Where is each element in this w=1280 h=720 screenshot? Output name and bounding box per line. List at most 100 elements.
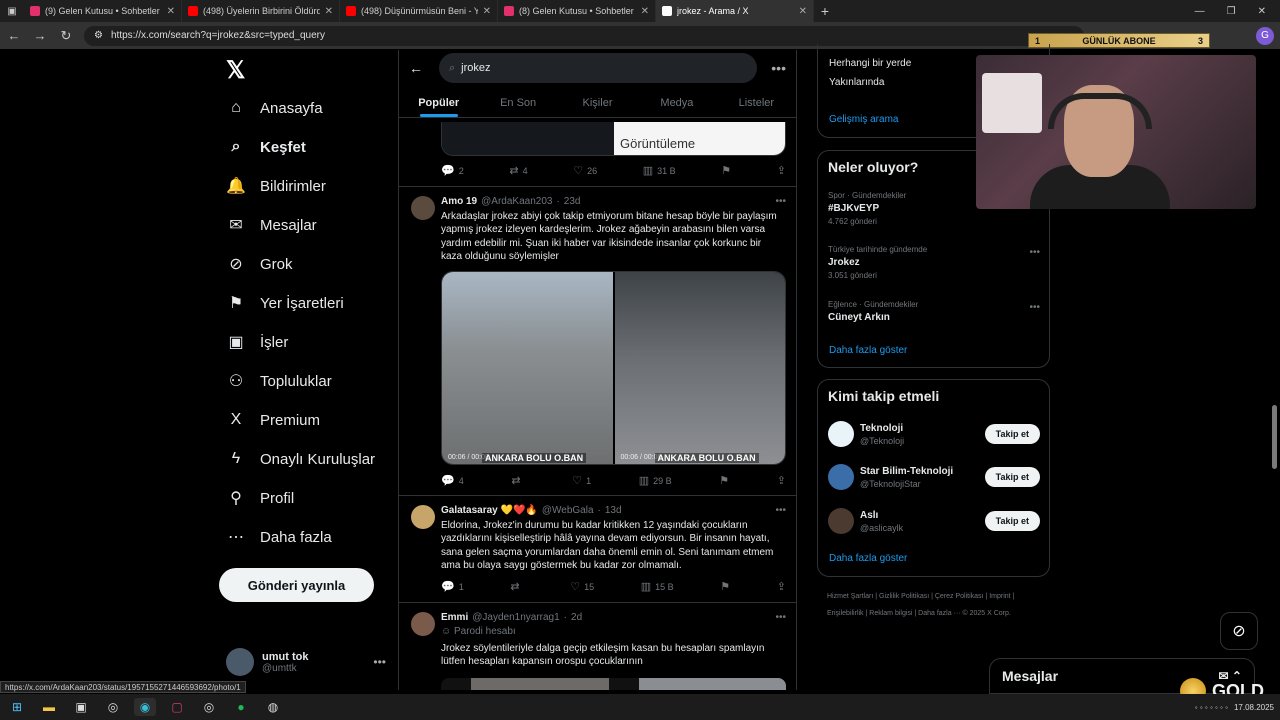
browser-tab[interactable]: (8) Gelen Kutusu • Sohbetler ✕ xyxy=(498,0,656,22)
nav-item-profile[interactable]: ⚲ Profil xyxy=(226,488,294,508)
browser-tab[interactable]: (498) Düşünürmüsün Beni - YouTu✕ xyxy=(340,0,498,22)
obs-icon[interactable]: ◍ xyxy=(262,698,284,716)
close-tab-icon[interactable]: ✕ xyxy=(167,6,175,17)
bookmark-button[interactable]: ⚑ xyxy=(719,474,729,487)
back-icon[interactable]: ← xyxy=(6,28,22,43)
grok-icon[interactable]: ⊘ xyxy=(1220,612,1258,650)
share-button[interactable]: ⇪ xyxy=(777,474,786,487)
more-dots-icon[interactable]: ••• xyxy=(373,655,386,669)
nav-item-explore[interactable]: ⌕ Keşfet xyxy=(226,137,306,157)
follow-suggestion[interactable]: Star Bilim-Teknoloji @TeknolojiStar Takip … xyxy=(828,462,1040,492)
more-dots-icon[interactable]: ••• xyxy=(775,505,786,516)
tab-latest[interactable]: En Son xyxy=(478,88,557,117)
avatar[interactable] xyxy=(411,196,435,220)
bookmark-button[interactable]: ⚑ xyxy=(721,164,731,177)
steam-icon[interactable]: ◎ xyxy=(102,698,124,716)
store-icon[interactable]: ▣ xyxy=(70,698,92,716)
x-logo-icon[interactable]: 𝕏 xyxy=(226,56,245,85)
account-switcher[interactable]: umut tok @umttk ••• xyxy=(226,648,386,676)
more-dots-icon[interactable]: ••• xyxy=(775,612,786,623)
close-tab-icon[interactable]: ✕ xyxy=(799,6,807,17)
tweet-media[interactable]: 00:06 / 00:08 ANKARA BOLU O.BAN 00:06 / 0… xyxy=(441,271,786,465)
edge-icon[interactable]: ◉ xyxy=(134,698,156,716)
views-button[interactable]: ▥ 29 B xyxy=(639,474,672,487)
close-tab-icon[interactable]: ✕ xyxy=(483,6,491,17)
repost-button[interactable]: ⇄ 4 xyxy=(509,164,527,177)
browser-tab[interactable]: (498) Üyelerin Birbirini Öldürdüğü✕ xyxy=(182,0,340,22)
close-tab-icon[interactable]: ✕ xyxy=(325,6,333,17)
post-button[interactable]: Gönderi yayınla xyxy=(219,568,374,602)
more-dots-icon[interactable]: ••• xyxy=(1029,247,1040,258)
show-more-link[interactable]: Daha fazla göster xyxy=(829,553,907,564)
repost-button[interactable]: ⇄ xyxy=(511,474,524,487)
nav-item-grok[interactable]: ⊘ Grok xyxy=(226,254,292,274)
video-thumbnail[interactable]: 00:06 / 00:08 ANKARA BOLU O.BAN xyxy=(442,272,613,464)
nav-item-home[interactable]: ⌂ Anasayfa xyxy=(226,98,322,118)
browser-tab[interactable]: (9) Gelen Kutusu • Sohbetler ✕ xyxy=(24,0,182,22)
minimize-icon[interactable]: — xyxy=(1195,6,1205,17)
nav-item-notifications[interactable]: 🔔 Bildirimler xyxy=(226,176,326,196)
close-tab-icon[interactable]: ✕ xyxy=(641,6,649,17)
follow-button[interactable]: Takip et xyxy=(984,511,1040,531)
post-media[interactable]: Görüntüleme xyxy=(441,122,786,156)
tab-people[interactable]: Kişiler xyxy=(558,88,637,117)
spotify-icon[interactable]: ● xyxy=(230,698,252,716)
tweet-media[interactable] xyxy=(441,678,786,690)
views-button[interactable]: ▥ 31 B xyxy=(643,164,676,177)
location-option[interactable]: Yakınlarında xyxy=(829,77,884,88)
share-button[interactable]: ⇪ xyxy=(777,580,786,593)
back-arrow-icon[interactable]: ← xyxy=(409,60,425,76)
tray-icons[interactable]: ◦ ◦ ◦ ◦ ◦ ◦ ◦ xyxy=(1195,703,1228,712)
reload-icon[interactable]: ↻ xyxy=(58,28,74,44)
follow-suggestion[interactable]: Aslı @aslicaylk Takip et xyxy=(828,506,1040,536)
new-tab-button[interactable]: + xyxy=(814,3,836,19)
site-info-icon[interactable]: ⚙ xyxy=(94,30,103,41)
share-button[interactable]: ⇪ xyxy=(777,164,786,177)
windows-start-icon[interactable]: ⊞ xyxy=(6,698,28,716)
advanced-search-link[interactable]: Gelişmiş arama xyxy=(829,114,898,125)
search-input[interactable]: ⌕ jrokez xyxy=(439,53,758,83)
like-button[interactable]: ♡ 1 xyxy=(572,474,591,487)
nav-item-bookmarks[interactable]: ⚑ Yer İşaretleri xyxy=(226,293,344,313)
reply-button[interactable]: 💬 2 xyxy=(441,164,464,177)
browser-profile-avatar[interactable]: G xyxy=(1256,26,1274,45)
more-dots-icon[interactable]: ••• xyxy=(775,196,786,207)
tab-popular[interactable]: Popüler xyxy=(399,88,478,117)
nav-item-communities[interactable]: ⚇ Topluluklar xyxy=(226,371,332,391)
tab-media[interactable]: Medya xyxy=(637,88,716,117)
reply-button[interactable]: 💬 4 xyxy=(441,474,464,487)
avatar[interactable] xyxy=(411,505,435,529)
tab-lists[interactable]: Listeler xyxy=(717,88,796,117)
maximize-icon[interactable]: ❐ xyxy=(1227,6,1236,17)
follow-suggestion[interactable]: Teknoloji @Teknoloji Takip et xyxy=(828,419,1040,449)
avatar[interactable] xyxy=(411,612,435,636)
show-more-link[interactable]: Daha fazla göster xyxy=(829,345,907,356)
reply-button[interactable]: 💬 1 xyxy=(441,580,464,593)
views-button[interactable]: ▥ 15 B xyxy=(641,580,674,593)
footer-links[interactable]: Hizmet Şartları | Gizlilik Politikası | … xyxy=(827,588,1042,622)
browser-tab-active[interactable]: jrokez - Arama / X ✕ xyxy=(656,0,814,22)
nav-item-messages[interactable]: ✉ Mesajlar xyxy=(226,215,316,235)
location-option[interactable]: Herhangi bir yerde xyxy=(829,58,911,69)
steam-icon[interactable]: ◎ xyxy=(198,698,220,716)
follow-button[interactable]: Takip et xyxy=(984,467,1040,487)
trend-item[interactable]: Eğlence · Gündemdekiler Cüneyt Arkın ••• xyxy=(828,300,1040,323)
video-thumbnail[interactable]: 00:06 / 00:08 ANKARA BOLU O.BAN xyxy=(614,272,785,464)
like-button[interactable]: ♡ 26 xyxy=(573,164,597,177)
more-dots-icon[interactable]: ••• xyxy=(1029,302,1040,313)
app-icon[interactable]: ▢ xyxy=(166,698,188,716)
close-window-icon[interactable]: ✕ xyxy=(1258,6,1266,17)
forward-icon[interactable]: → xyxy=(32,28,48,43)
more-dots-icon[interactable]: ••• xyxy=(771,60,786,76)
nav-item-premium[interactable]: X Premium xyxy=(226,410,320,430)
nav-item-jobs[interactable]: ▣ İşler xyxy=(226,332,288,352)
repost-button[interactable]: ⇄ xyxy=(510,580,523,593)
nav-item-more[interactable]: ⋯ Daha fazla xyxy=(226,527,332,547)
like-button[interactable]: ♡ 15 xyxy=(570,580,594,593)
nav-item-verified-orgs[interactable]: ϟ Onaylı Kuruluşlar xyxy=(226,449,375,469)
page-scrollbar[interactable] xyxy=(1272,405,1277,469)
window-menu-icon[interactable]: ▣ xyxy=(0,6,24,17)
follow-button[interactable]: Takip et xyxy=(984,424,1040,444)
trend-item[interactable]: Türkiye tarihinde gündemde Jrokez 3.051 gö… xyxy=(828,245,1040,280)
clock-date[interactable]: 17.08.2025 xyxy=(1234,703,1274,712)
